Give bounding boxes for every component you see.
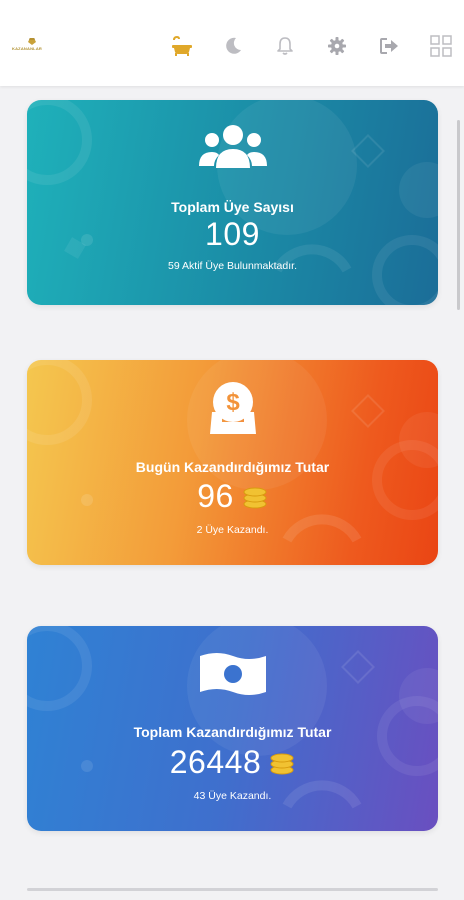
card-value: 96 [27, 478, 438, 515]
total-earnings-card[interactable]: Toplam Kazandırdığımız Tutar 26448 43 Üy… [27, 626, 438, 831]
logo-text: KAZANANLAR [12, 46, 42, 51]
coins-icon [270, 753, 294, 774]
scrollbar[interactable] [457, 120, 460, 310]
bell-icon[interactable] [273, 34, 297, 58]
logo-icon [28, 38, 36, 45]
total-earnings-value: 26448 [169, 744, 262, 780]
card-subtitle: 43 Üye Kazandı. [193, 790, 272, 802]
users-icon [198, 122, 268, 177]
card-subtitle: 2 Üye Kazandı. [196, 524, 269, 536]
svg-text:$: $ [226, 389, 240, 416]
card-value: 26448 [27, 744, 438, 781]
card-title: Toplam Kazandırdığımız Tutar [133, 724, 332, 740]
card-title: Bugün Kazandırdığımız Tutar [135, 459, 330, 475]
coins-icon [243, 487, 267, 508]
today-earnings-value: 96 [197, 478, 234, 514]
total-members-value: 109 [205, 216, 260, 252]
card-value: 109 [27, 216, 438, 253]
gear-icon[interactable] [325, 34, 349, 58]
money-bag-icon: $ [202, 378, 264, 443]
bathtub-icon[interactable] [170, 34, 194, 58]
banknote-icon [197, 648, 269, 705]
app-logo[interactable]: KAZANANLAR [12, 36, 52, 54]
grid-icon[interactable] [429, 34, 453, 58]
bottom-divider [27, 888, 438, 891]
card-title: Toplam Üye Sayısı [171, 199, 294, 215]
total-members-card[interactable]: Toplam Üye Sayısı 109 59 Aktif Üye Bulun… [27, 100, 438, 305]
card-subtitle: 59 Aktif Üye Bulunmaktadır. [168, 260, 297, 272]
moon-icon[interactable] [221, 34, 245, 58]
top-bar: KAZANANLAR [0, 0, 464, 86]
logout-icon[interactable] [377, 34, 401, 58]
today-earnings-card[interactable]: $ Bugün Kazandırdığımız Tutar 96 2 Üye K… [27, 360, 438, 565]
